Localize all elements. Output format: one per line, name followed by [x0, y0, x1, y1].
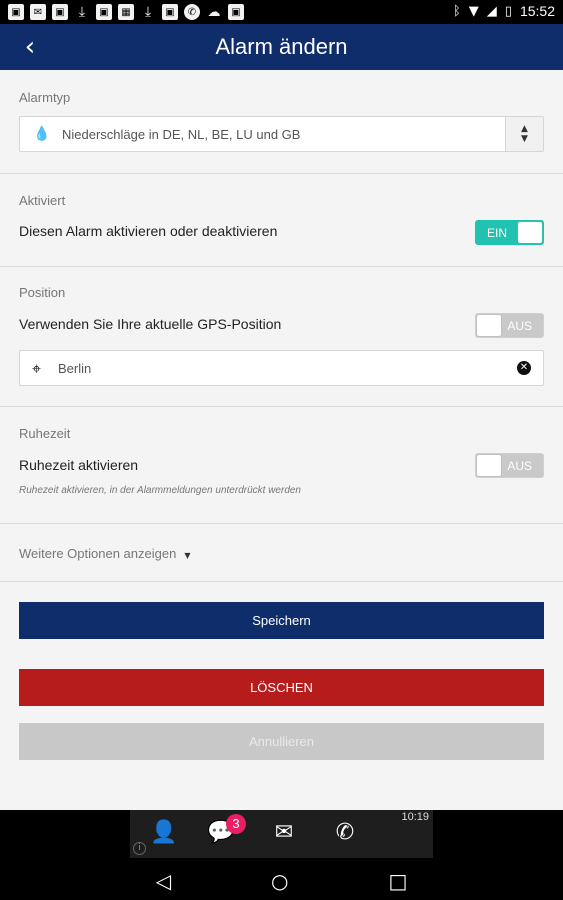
mail-icon[interactable]: ✉ — [269, 820, 299, 848]
bluetooth-icon: ᛒ — [452, 3, 461, 19]
system-status: ᛒ ▼ ◢ ▯ 15:52 — [453, 3, 555, 19]
activated-text: Diesen Alarm aktivieren oder deaktiviere… — [19, 223, 278, 239]
image-icon: ▣ — [228, 4, 244, 20]
location-value: Berlin — [58, 361, 92, 376]
toggle-knob — [518, 222, 542, 243]
bottom-bar: 10:19 i 👤 💬 ✉ ✆ 3 ◁ ○ □ — [0, 810, 563, 900]
select-arrows-icon: ▲ ▼ — [505, 117, 543, 151]
save-button[interactable]: Speichern — [19, 602, 544, 639]
image-icon: ▣ — [8, 4, 24, 20]
cancel-button[interactable]: Annullieren — [19, 723, 544, 760]
download-icon: ⤓ — [144, 4, 152, 20]
toggle-knob — [477, 315, 501, 336]
gps-toggle[interactable]: AUS — [475, 313, 544, 338]
system-navigation: ◁ ○ □ — [0, 862, 563, 900]
quiet-time-section: Ruhezeit Ruhezeit aktivieren AUS Ruhezei… — [0, 407, 563, 524]
alarm-type-section: Alarmtyp 💧 Niederschläge in DE, NL, BE, … — [0, 70, 563, 174]
location-field[interactable]: ⌖ Berlin ✕ — [19, 350, 544, 386]
nav-home-icon[interactable]: ○ — [271, 869, 288, 893]
alarm-type-select[interactable]: 💧 Niederschläge in DE, NL, BE, LU und GB… — [19, 116, 544, 152]
battery-icon: ▯ — [504, 3, 512, 19]
alarm-type-label: Alarmtyp — [19, 90, 71, 105]
toggle-label: AUS — [507, 319, 532, 333]
info-icon[interactable]: i — [133, 842, 146, 855]
signal-icon: ◢ — [486, 3, 497, 19]
image-icon: ▣ — [162, 4, 178, 20]
floating-dock: 10:19 i 👤 💬 ✉ ✆ — [130, 810, 433, 858]
nav-back-icon[interactable]: ◁ — [156, 869, 171, 893]
alarm-form: Alarmtyp 💧 Niederschläge in DE, NL, BE, … — [0, 70, 563, 810]
image-icon: ▣ — [52, 4, 68, 20]
activate-alarm-toggle[interactable]: EIN — [475, 220, 544, 245]
quiet-time-toggle[interactable]: AUS — [475, 453, 544, 478]
nav-recents-icon[interactable]: □ — [388, 869, 407, 893]
weather-icon: ☁ — [207, 4, 221, 20]
image-icon: ▣ — [96, 4, 112, 20]
contacts-icon[interactable]: 👤 — [149, 820, 179, 848]
quiet-time-text: Ruhezeit aktivieren — [19, 457, 139, 473]
wifi-icon: ▼ — [468, 3, 479, 19]
alarm-type-value: Niederschläge in DE, NL, BE, LU und GB — [62, 127, 301, 142]
download-icon: ⤓ — [78, 4, 86, 20]
quiet-time-note: Ruhezeit aktivieren, in der Alarmmeldung… — [19, 485, 301, 496]
gps-text: Verwenden Sie Ihre aktuelle GPS-Position — [19, 316, 282, 332]
activated-label: Aktiviert — [19, 193, 66, 208]
position-section: Position Verwenden Sie Ihre aktuelle GPS… — [0, 267, 563, 407]
whatsapp-icon: ✆ — [184, 4, 200, 20]
mail-icon: ✉ — [30, 4, 46, 20]
dock-time: 10:19 — [401, 811, 429, 823]
divider — [0, 524, 563, 582]
position-label: Position — [19, 285, 66, 300]
app-bar: ‹ Alarm ändern — [0, 24, 563, 70]
chat-badge: 3 — [226, 814, 246, 834]
photo-icon: ▦ — [118, 4, 134, 20]
clear-icon[interactable]: ✕ — [517, 361, 531, 375]
crosshair-icon: ⌖ — [32, 359, 42, 378]
page-title: Alarm ändern — [215, 34, 348, 59]
activated-section: Aktiviert Diesen Alarm aktivieren oder d… — [0, 174, 563, 267]
toggle-label: EIN — [487, 226, 508, 240]
quiet-time-label: Ruhezeit — [19, 426, 71, 441]
status-bar: ▣ ✉ ▣ ⤓ ▣ ▦ ⤓ ▣ ✆ ☁ ▣ ᛒ ▼ ◢ ▯ 15:52 — [0, 0, 563, 24]
drop-icon: 💧 — [33, 126, 51, 142]
delete-button[interactable]: LÖSCHEN — [19, 669, 544, 706]
clock: 15:52 — [519, 3, 555, 19]
toggle-label: AUS — [507, 459, 532, 473]
phone-icon[interactable]: ✆ — [330, 820, 360, 848]
notification-icons: ▣ ✉ ▣ ⤓ ▣ ▦ ⤓ ▣ ✆ ☁ ▣ — [8, 4, 244, 20]
toggle-knob — [477, 455, 501, 476]
